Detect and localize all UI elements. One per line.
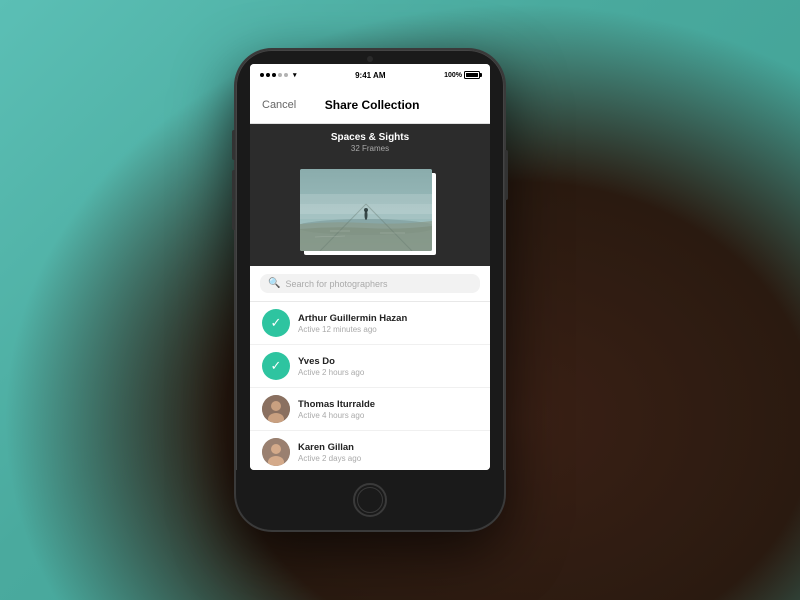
- list-item[interactable]: Karen Gillan Active 2 days ago: [250, 431, 490, 470]
- signal-dot-4: [278, 73, 282, 77]
- phone-frame: ▾ 9:41 AM 100% Cancel Share Collection S…: [236, 50, 504, 530]
- home-button-inner: [357, 487, 383, 513]
- photo-main: [300, 169, 432, 251]
- list-item[interactable]: ✓ Yves Do Active 2 hours ago: [250, 345, 490, 388]
- beach-photo: [300, 169, 432, 251]
- search-bar: 🔍 Search for photographers: [250, 266, 490, 302]
- collection-header: Spaces & Sights 32 Frames: [250, 124, 490, 161]
- search-placeholder: Search for photographers: [285, 279, 387, 289]
- person-name: Arthur Guillermin Hazan: [298, 313, 478, 324]
- signal-dot-5: [284, 73, 288, 77]
- signal-dot-2: [266, 73, 270, 77]
- battery-icon: [464, 71, 480, 79]
- person-name: Karen Gillan: [298, 442, 478, 453]
- person-status: Active 12 minutes ago: [298, 325, 478, 334]
- home-button[interactable]: [353, 483, 387, 517]
- photo-area: [250, 161, 490, 266]
- nav-bar: Cancel Share Collection: [250, 86, 490, 124]
- cancel-button[interactable]: Cancel: [262, 99, 296, 111]
- person-status: Active 2 days ago: [298, 454, 478, 463]
- status-bar: ▾ 9:41 AM 100%: [250, 64, 490, 86]
- wifi-icon: ▾: [293, 71, 297, 79]
- avatar: [262, 438, 290, 466]
- status-time: 9:41 AM: [355, 71, 385, 80]
- battery-indicator: 100%: [444, 71, 480, 79]
- phone-bottom: [236, 470, 504, 530]
- person-name: Yves Do: [298, 356, 478, 367]
- avatar: [262, 395, 290, 423]
- person-name: Thomas Iturralde: [298, 399, 478, 410]
- people-list: ✓ Arthur Guillermin Hazan Active 12 minu…: [250, 302, 490, 470]
- battery-percent: 100%: [444, 72, 462, 79]
- camera-dot: [367, 56, 373, 62]
- list-item[interactable]: Thomas Iturralde Active 4 hours ago: [250, 388, 490, 431]
- signal-dot-3: [272, 73, 276, 77]
- phone-screen: ▾ 9:41 AM 100% Cancel Share Collection S…: [250, 64, 490, 470]
- nav-title: Share Collection: [325, 98, 420, 112]
- photo-stack: [300, 169, 440, 259]
- battery-fill: [466, 73, 478, 77]
- signal-dot-1: [260, 73, 264, 77]
- person-status: Active 4 hours ago: [298, 411, 478, 420]
- person-info: Yves Do Active 2 hours ago: [298, 356, 478, 377]
- person-info: Karen Gillan Active 2 days ago: [298, 442, 478, 463]
- person-info: Arthur Guillermin Hazan Active 12 minute…: [298, 313, 478, 334]
- signal-indicator: ▾: [260, 71, 297, 79]
- list-item[interactable]: ✓ Arthur Guillermin Hazan Active 12 minu…: [250, 302, 490, 345]
- avatar-selected: ✓: [262, 352, 290, 380]
- search-input-wrap[interactable]: 🔍 Search for photographers: [260, 274, 480, 293]
- avatar-selected: ✓: [262, 309, 290, 337]
- collection-name: Spaces & Sights: [250, 132, 490, 143]
- person-status: Active 2 hours ago: [298, 368, 478, 377]
- person-info: Thomas Iturralde Active 4 hours ago: [298, 399, 478, 420]
- collection-frames: 32 Frames: [250, 144, 490, 153]
- search-icon: 🔍: [268, 278, 280, 289]
